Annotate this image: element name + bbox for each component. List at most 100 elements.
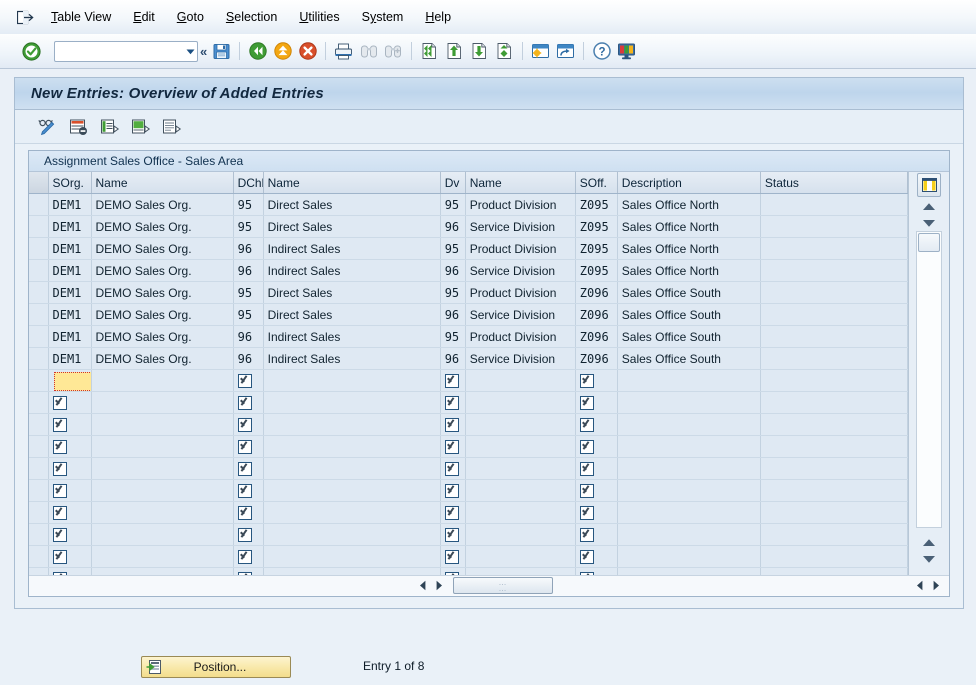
cell-descr[interactable]: Sales Office North bbox=[617, 215, 761, 238]
row-selector-cell[interactable] bbox=[29, 369, 49, 392]
question-help-icon[interactable]: ? bbox=[589, 39, 614, 64]
table-row[interactable]: DEM1 DEMO Sales Org. 96 Indirect Sales 96 Ser… bbox=[29, 259, 909, 282]
empty-input-cell-soff[interactable] bbox=[575, 545, 618, 568]
empty-table-row[interactable] bbox=[29, 435, 909, 458]
row-selector-cell[interactable] bbox=[29, 259, 49, 282]
row-selector-cell[interactable] bbox=[29, 523, 49, 546]
cell-dv[interactable]: 96 bbox=[440, 347, 466, 370]
col-header-dname[interactable]: Name bbox=[263, 172, 441, 194]
empty-input-cell-dv[interactable] bbox=[440, 457, 466, 480]
hscroll-page-right-button[interactable] bbox=[928, 577, 944, 594]
checkbox-value-help-icon[interactable] bbox=[237, 374, 252, 388]
checkbox-value-help-icon[interactable] bbox=[52, 462, 67, 476]
cell-dname[interactable]: Indirect Sales bbox=[263, 347, 441, 370]
menu-help[interactable]: Help bbox=[414, 8, 462, 26]
row-selector-cell[interactable] bbox=[29, 325, 49, 348]
cell-vname[interactable]: Service Division bbox=[465, 259, 576, 282]
hscroll-thumb[interactable]: …… bbox=[453, 577, 553, 594]
empty-input-cell-soff[interactable] bbox=[575, 391, 618, 414]
checkbox-value-help-icon[interactable] bbox=[237, 550, 252, 564]
checkbox-value-help-icon[interactable] bbox=[444, 550, 459, 564]
empty-input-cell-dchl[interactable] bbox=[233, 435, 264, 458]
col-header-vname[interactable]: Name bbox=[465, 172, 576, 194]
checkbox-value-help-icon[interactable] bbox=[579, 550, 594, 564]
empty-input-cell-dv[interactable] bbox=[440, 435, 466, 458]
empty-input-cell-soff[interactable] bbox=[575, 501, 618, 524]
row-select-header[interactable] bbox=[29, 172, 49, 194]
cancel-button[interactable] bbox=[295, 39, 320, 64]
checkbox-value-help-icon[interactable] bbox=[444, 374, 459, 388]
last-page-button[interactable] bbox=[492, 39, 517, 64]
cell-dchl[interactable]: 96 bbox=[233, 347, 264, 370]
checkbox-value-help-icon[interactable] bbox=[52, 396, 67, 410]
row-selector-cell[interactable] bbox=[29, 215, 49, 238]
row-selector-cell[interactable] bbox=[29, 193, 49, 216]
empty-input-cell-dchl[interactable] bbox=[233, 501, 264, 524]
empty-input-cell-sorg[interactable] bbox=[48, 391, 92, 414]
empty-input-cell-sorg[interactable] bbox=[48, 413, 92, 436]
scroll-track[interactable] bbox=[916, 231, 942, 528]
table-row[interactable]: DEM1 DEMO Sales Org. 96 Indirect Sales 95 Pro… bbox=[29, 325, 909, 348]
cell-dchl[interactable]: 96 bbox=[233, 259, 264, 282]
row-selector-cell[interactable] bbox=[29, 457, 49, 480]
create-shortcut-button[interactable] bbox=[553, 39, 578, 64]
cell-sname[interactable]: DEMO Sales Org. bbox=[91, 325, 234, 348]
empty-table-row[interactable] bbox=[29, 545, 909, 568]
row-selector-cell[interactable] bbox=[29, 501, 49, 524]
double-chevron-left-icon[interactable]: « bbox=[198, 44, 209, 59]
empty-input-cell-dv[interactable] bbox=[440, 545, 466, 568]
cell-dname[interactable]: Indirect Sales bbox=[263, 259, 441, 282]
cell-soff[interactable]: Z096 bbox=[575, 281, 618, 304]
col-header-soff[interactable]: SOff. bbox=[575, 172, 618, 194]
empty-input-cell-soff[interactable] bbox=[575, 479, 618, 502]
col-header-status[interactable]: Status bbox=[760, 172, 909, 194]
col-header-sname[interactable]: Name bbox=[91, 172, 234, 194]
checkbox-value-help-icon[interactable] bbox=[579, 396, 594, 410]
scroll-right-button[interactable] bbox=[431, 577, 447, 594]
cell-descr[interactable]: Sales Office South bbox=[617, 325, 761, 348]
cell-soff[interactable]: Z095 bbox=[575, 259, 618, 282]
create-session-button[interactable] bbox=[528, 39, 553, 64]
hscroll-page-left-button[interactable] bbox=[912, 577, 928, 594]
empty-input-cell-sorg[interactable] bbox=[48, 501, 92, 524]
cell-dv[interactable]: 95 bbox=[440, 325, 466, 348]
cell-dv[interactable]: 95 bbox=[440, 281, 466, 304]
cell-vname[interactable]: Service Division bbox=[465, 215, 576, 238]
enter-button[interactable] bbox=[22, 41, 41, 61]
cell-vname[interactable]: Service Division bbox=[465, 347, 576, 370]
find-button[interactable] bbox=[356, 39, 381, 64]
table-row[interactable]: DEM1 DEMO Sales Org. 95 Direct Sales 95 Produ… bbox=[29, 281, 909, 304]
checkbox-value-help-icon[interactable] bbox=[52, 418, 67, 432]
find-next-button[interactable] bbox=[381, 39, 406, 64]
empty-table-row[interactable] bbox=[29, 391, 909, 414]
cell-soff[interactable]: Z096 bbox=[575, 347, 618, 370]
empty-table-row[interactable] bbox=[29, 501, 909, 524]
col-header-sorg[interactable]: SOrg. bbox=[48, 172, 92, 194]
checkbox-value-help-icon[interactable] bbox=[52, 440, 67, 454]
col-header-dchl[interactable]: DChl bbox=[233, 172, 264, 194]
cell-descr[interactable]: Sales Office South bbox=[617, 281, 761, 304]
cell-vname[interactable]: Product Division bbox=[465, 193, 576, 216]
cell-dname[interactable]: Direct Sales bbox=[263, 281, 441, 304]
cell-soff[interactable]: Z095 bbox=[575, 237, 618, 260]
scroll-up-button[interactable] bbox=[917, 198, 941, 214]
cell-dchl[interactable]: 96 bbox=[233, 237, 264, 260]
cell-descr[interactable]: Sales Office North bbox=[617, 237, 761, 260]
layout-monitor-icon[interactable] bbox=[614, 39, 639, 64]
empty-input-cell-sorg[interactable] bbox=[48, 457, 92, 480]
empty-input-cell-sorg[interactable] bbox=[48, 523, 92, 546]
cell-dname[interactable]: Direct Sales bbox=[263, 215, 441, 238]
col-header-descr[interactable]: Description bbox=[617, 172, 761, 194]
checkbox-value-help-icon[interactable] bbox=[237, 528, 252, 542]
empty-input-cell-soff[interactable] bbox=[575, 457, 618, 480]
row-selector-cell[interactable] bbox=[29, 237, 49, 260]
checkbox-value-help-icon[interactable] bbox=[579, 484, 594, 498]
checkbox-value-help-icon[interactable] bbox=[579, 374, 594, 388]
row-selector-cell[interactable] bbox=[29, 545, 49, 568]
cell-sorg[interactable]: DEM1 bbox=[48, 303, 92, 326]
cell-dv[interactable]: 96 bbox=[440, 303, 466, 326]
cell-sorg[interactable]: DEM1 bbox=[48, 259, 92, 282]
cell-sname[interactable]: DEMO Sales Org. bbox=[91, 237, 234, 260]
checkbox-value-help-icon[interactable] bbox=[237, 484, 252, 498]
cell-sname[interactable]: DEMO Sales Org. bbox=[91, 281, 234, 304]
